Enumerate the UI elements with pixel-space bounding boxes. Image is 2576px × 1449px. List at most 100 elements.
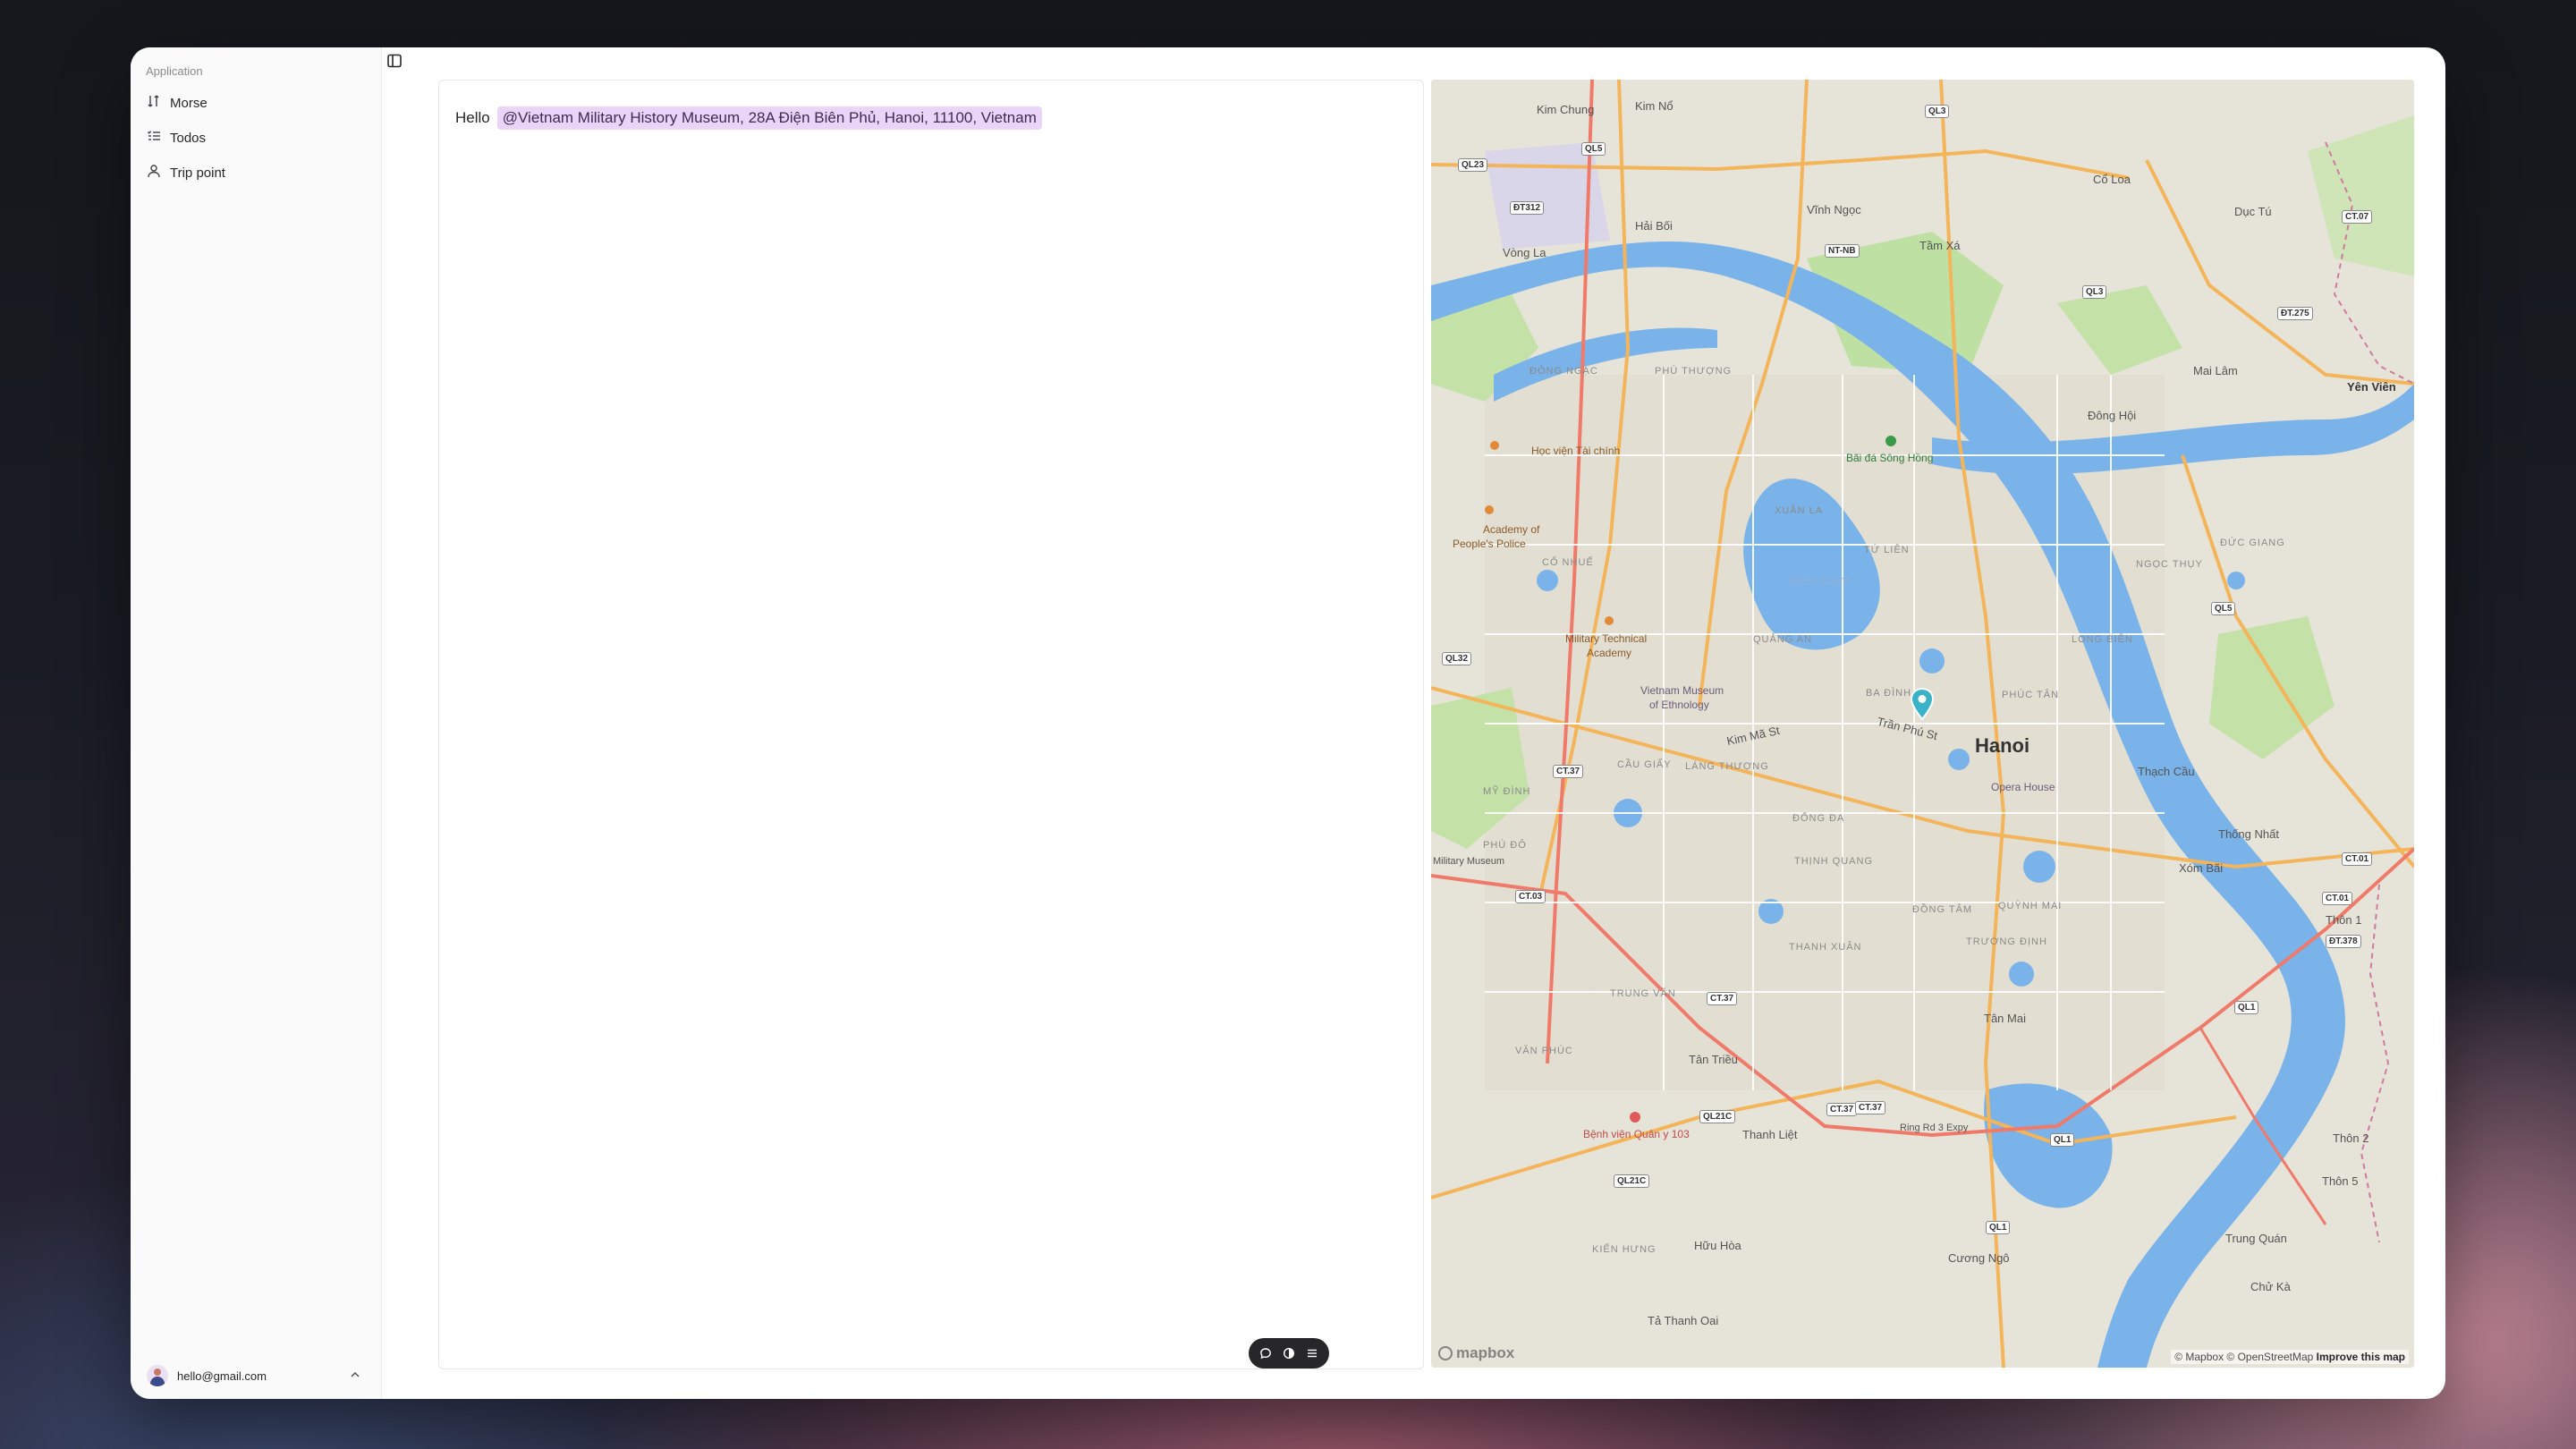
map-label: Chử Kà: [2250, 1280, 2291, 1293]
sidebar: Application Morse Todos Trip point hello…: [131, 47, 382, 1399]
district-label: KIẾN HƯNG: [1592, 1244, 1657, 1255]
map-label: Đông Hội: [2088, 409, 2137, 422]
map-label: Vĩnh Ngọc: [1807, 203, 1861, 216]
map-view[interactable]: Kim Chung Kim Nổ Hải Bối Vĩnh Ngọc Vòng …: [1431, 80, 2414, 1368]
map-label: Tả Thanh Oai: [1648, 1314, 1719, 1327]
map-poi-label: People's Police: [1453, 538, 1526, 550]
district-label: THỊNH QUANG: [1794, 856, 1873, 867]
district-label: VĂN PHÚC: [1515, 1046, 1573, 1056]
map-label: Mai Lâm: [2193, 364, 2238, 377]
map-label: Tân Triều: [1689, 1053, 1738, 1066]
district-label: ĐÔNG NGẠC: [1530, 366, 1598, 377]
poi-icon: [1485, 505, 1494, 514]
sidebar-toggle-button[interactable]: [385, 51, 404, 71]
chat-icon: [1260, 1348, 1271, 1360]
road-badge: ĐT312: [1510, 201, 1545, 215]
map-label: Thôn 5: [2322, 1174, 2359, 1188]
map-poi-label: Opera House: [1991, 781, 2055, 793]
road-badge: QL23: [1458, 158, 1488, 172]
district-label: QUẢNG AN: [1753, 634, 1813, 645]
map-attribution: © Mapbox © OpenStreetMap Improve this ma…: [2171, 1350, 2409, 1364]
road-badge: QL21C: [1614, 1174, 1650, 1188]
comment-button[interactable]: [1258, 1345, 1274, 1361]
sidebar-item-trip-point[interactable]: Trip point: [143, 159, 370, 186]
hospital-icon: [1630, 1112, 1640, 1123]
map-poi-label: Vietnam Museum: [1640, 684, 1724, 697]
map-label: Xóm Bãi: [2179, 861, 2224, 875]
location-pin-icon[interactable]: [1910, 688, 1935, 720]
district-label: TRƯƠNG ĐỊNH: [1966, 936, 2047, 947]
mapbox-logo[interactable]: mapbox: [1438, 1344, 1514, 1362]
road-badge: QL3: [1925, 105, 1950, 118]
road-badge: QL1: [2050, 1133, 2075, 1147]
improve-map-link[interactable]: Improve this map: [2317, 1351, 2405, 1363]
road-badge: CT.37: [1826, 1103, 1858, 1116]
poi-icon: [1490, 441, 1499, 450]
lake-label: West Lake: [1787, 573, 1851, 589]
map-credit-text[interactable]: © Mapbox © OpenStreetMap: [2174, 1351, 2313, 1363]
map-label: Dục Tú: [2234, 205, 2272, 218]
user-pin-icon: [147, 164, 161, 182]
panel-left-icon: [387, 54, 402, 68]
map-label: Hữu Hòa: [1694, 1239, 1741, 1252]
contrast-icon: [1283, 1347, 1295, 1360]
map-label: Tân Mai: [1984, 1012, 2026, 1025]
sidebar-group-label: Application: [146, 64, 203, 78]
map-label: Hải Bối: [1635, 219, 1673, 233]
road-badge: CT.01: [2322, 892, 2353, 905]
menu-icon: [1308, 1349, 1317, 1358]
menu-button[interactable]: [1304, 1345, 1320, 1361]
road-badge: CT.07: [2342, 210, 2373, 224]
sidebar-item-morse[interactable]: Morse: [143, 89, 370, 116]
sidebar-item-todos[interactable]: Todos: [143, 124, 370, 151]
sidebar-item-label: Morse: [170, 95, 208, 111]
district-label: ĐỒNG TÂM: [1912, 904, 1973, 915]
district-label: CỔ NHUẾ: [1542, 557, 1594, 568]
road-badge: ĐT.275: [2277, 307, 2313, 320]
user-menu[interactable]: hello@gmail.com: [143, 1360, 372, 1392]
map-label: Vòng La: [1503, 246, 1546, 259]
road-badge: CT.37: [1553, 765, 1584, 778]
morse-icon: [147, 94, 161, 112]
road-badge: NT-NB: [1825, 244, 1860, 258]
district-label: ĐỨC GIANG: [2220, 538, 2285, 548]
map-label: Military Museum: [1433, 856, 1505, 867]
map-label: Thanh Liệt: [1742, 1128, 1798, 1141]
map-label: Thôn 1: [2326, 913, 2362, 927]
map-label: Thôn 2: [2333, 1131, 2369, 1145]
road-badge: CT.01: [2342, 852, 2373, 866]
district-label: LÁNG THƯỢNG: [1685, 761, 1769, 772]
city-label: Hanoi: [1975, 734, 2030, 757]
user-email: hello@gmail.com: [177, 1368, 267, 1383]
map-label: Trung Quán: [2225, 1232, 2287, 1245]
district-label: CẦU GIẤY: [1617, 759, 1672, 770]
map-poi-label: Academy: [1587, 647, 1632, 659]
road-badge: CT.37: [1855, 1101, 1886, 1114]
map-label: Cổ Loa: [2093, 173, 2131, 186]
editor-text: Hello: [455, 109, 490, 126]
floating-toolbar: [1249, 1338, 1329, 1368]
app-window: Application Morse Todos Trip point hello…: [131, 47, 2445, 1399]
map-label: Kim Chung: [1537, 103, 1595, 116]
location-mention[interactable]: @Vietnam Military History Museum, 28A Đi…: [496, 106, 1042, 130]
map-label: Kim Nổ: [1635, 99, 1674, 113]
district-label: BA ĐÌNH: [1866, 688, 1912, 699]
map-poi-label: Military Technical: [1565, 632, 1648, 645]
road-badge: QL1: [2234, 1001, 2259, 1014]
road-badge: QL5: [1581, 142, 1606, 156]
map-canvas[interactable]: [1431, 80, 2414, 1368]
map-poi-label: Academy of: [1483, 523, 1540, 536]
theme-toggle-button[interactable]: [1281, 1345, 1297, 1361]
map-poi-label: Học viện Tài chính: [1531, 445, 1621, 457]
map-label: Thạch Cầu: [2138, 765, 2195, 778]
road-badge: ĐT.378: [2326, 935, 2361, 948]
district-label: MỸ ĐÌNH: [1483, 786, 1531, 797]
sidebar-item-label: Trip point: [170, 165, 225, 181]
road-badge: QL5: [2211, 602, 2236, 615]
road-badge: QL21C: [1699, 1110, 1736, 1123]
editor[interactable]: Hello @Vietnam Military History Museum, …: [438, 80, 1424, 1369]
road-label: Ring Rd 3 Expy: [1900, 1123, 1969, 1133]
road-badge: QL1: [1986, 1221, 2011, 1234]
road-badge: CT.03: [1515, 890, 1546, 903]
map-label: Cương Ngô: [1948, 1251, 2010, 1265]
